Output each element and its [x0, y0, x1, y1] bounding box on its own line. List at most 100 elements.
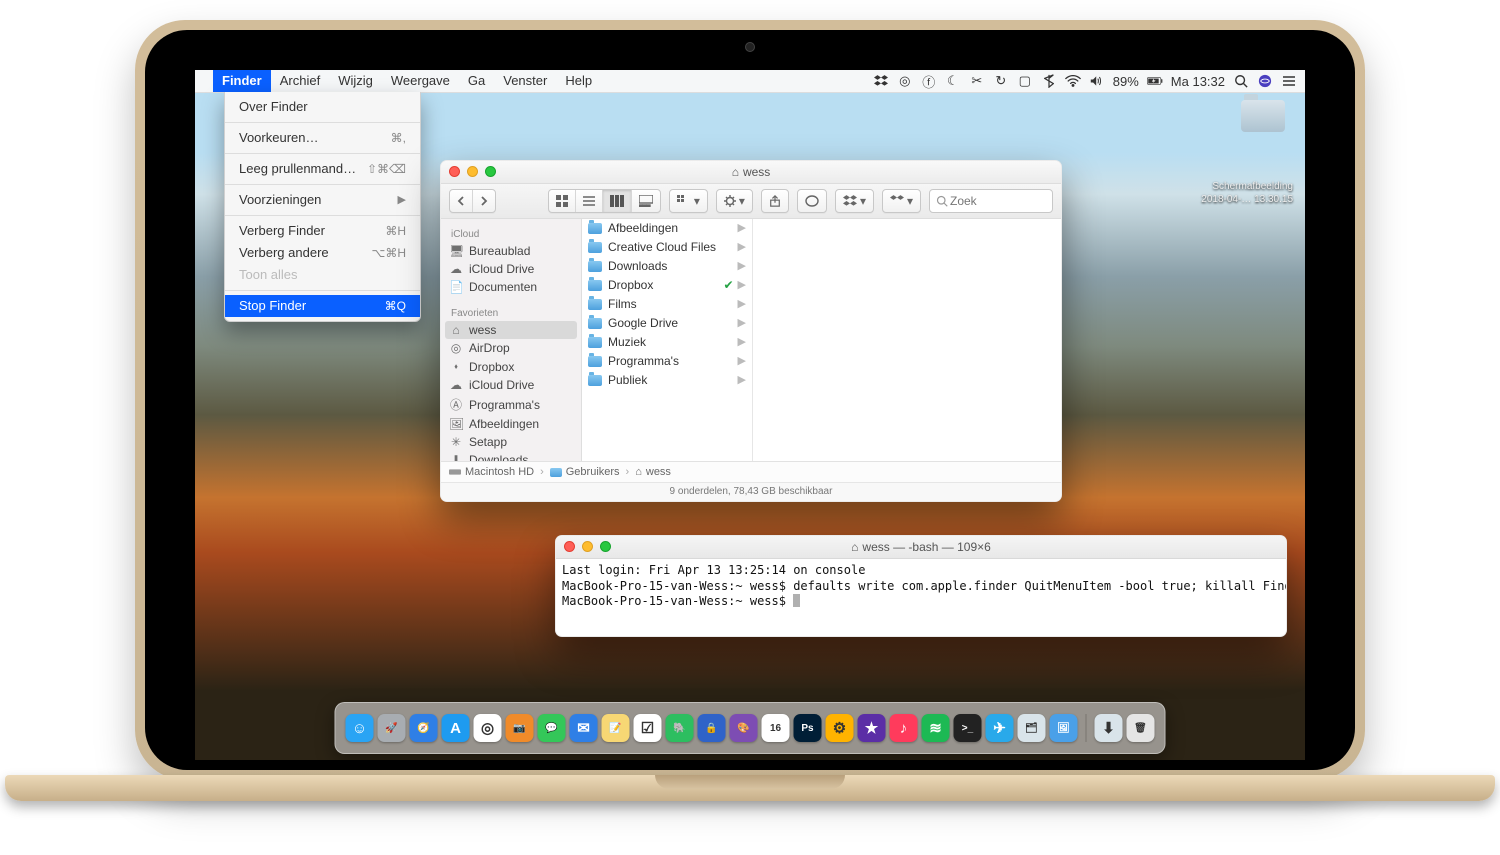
dock-app-1password[interactable]: 🔒 [698, 714, 726, 742]
menu-wijzig[interactable]: Wijzig [329, 70, 382, 92]
dock-app-evernote[interactable]: 🐘 [666, 714, 694, 742]
window-minimize-button[interactable] [467, 166, 478, 177]
path-users[interactable]: Gebruikers [550, 466, 620, 478]
dock-app-finder-window[interactable]: 🗂 [1018, 714, 1046, 742]
window-zoom-button[interactable] [485, 166, 496, 177]
app-menu-finder[interactable]: Finder [213, 70, 271, 92]
column-item[interactable]: Muziek▶ [582, 333, 752, 352]
window-minimize-button[interactable] [582, 541, 593, 552]
apple-menu[interactable] [195, 70, 213, 92]
dock-app-finder[interactable]: ☺ [346, 714, 374, 742]
path-disk[interactable]: Macintosh HD [449, 466, 534, 478]
spotlight-icon[interactable] [1233, 73, 1249, 89]
column-item[interactable]: Creative Cloud Files▶ [582, 238, 752, 257]
dock-app-telegram[interactable]: ✈ [986, 714, 1014, 742]
sidebar-item-downloads[interactable]: ⬇Downloads [441, 451, 581, 461]
menu-archief[interactable]: Archief [271, 70, 329, 92]
arrange-button[interactable]: ▾ [669, 189, 708, 213]
scissors-icon[interactable]: ✂ [969, 73, 985, 89]
view-column-button[interactable] [603, 190, 632, 212]
menu-hide-others[interactable]: Verberg andere ⌥⌘H [225, 242, 420, 264]
column-item[interactable]: Afbeeldingen▶ [582, 219, 752, 238]
dock-app-spotify[interactable]: ≋ [922, 714, 950, 742]
dock-app-messages[interactable]: 💬 [538, 714, 566, 742]
column-item[interactable]: Google Drive▶ [582, 314, 752, 333]
dock-app-itunes[interactable]: ♪ [890, 714, 918, 742]
volume-icon[interactable] [1089, 73, 1105, 89]
dock-app-downloads[interactable]: ⬇ [1095, 714, 1123, 742]
wifi-icon[interactable] [1065, 73, 1081, 89]
menu-help[interactable]: Help [556, 70, 601, 92]
sidebar-item-programmas[interactable]: ⒶProgramma's [441, 394, 581, 415]
desktop-folder-icon[interactable] [1233, 100, 1293, 136]
path-home[interactable]: ⌂ wess [635, 466, 671, 478]
window-close-button[interactable] [564, 541, 575, 552]
dock-app-appstore[interactable]: A [442, 714, 470, 742]
sidebar-item-icloud-drive-2[interactable]: ☁iCloud Drive [441, 376, 581, 394]
dock-app-safari[interactable]: 🧭 [410, 714, 438, 742]
dock-app-notes[interactable]: 📝 [602, 714, 630, 742]
menu-venster[interactable]: Venster [494, 70, 556, 92]
menu-services[interactable]: Voorzieningen ▶ [225, 189, 420, 211]
sidebar-item-bureaublad[interactable]: 🖥Bureaublad [441, 242, 581, 260]
dock-app-chrome[interactable]: ◎ [474, 714, 502, 742]
finder-titlebar[interactable]: ⌂ wess [441, 161, 1061, 184]
dock-app-launchpad[interactable]: 🚀 [378, 714, 406, 742]
bluetooth-icon[interactable] [1041, 73, 1057, 89]
finder-search[interactable] [929, 189, 1053, 213]
menu-about-finder[interactable]: Over Finder [225, 96, 420, 118]
dock-app-terminal[interactable]: >_ [954, 714, 982, 742]
sidebar-item-wess[interactable]: ⌂wess [445, 321, 577, 339]
terminal-titlebar[interactable]: ⌂ wess — -bash — 109×6 [556, 536, 1286, 559]
battery-icon[interactable] [1147, 73, 1163, 89]
dock-app-preview[interactable]: 🖼 [1050, 714, 1078, 742]
nav-forward-button[interactable] [473, 190, 495, 212]
timemachine-icon[interactable]: ↻ [993, 73, 1009, 89]
menu-weergave[interactable]: Weergave [382, 70, 459, 92]
sidebar-item-airdrop[interactable]: ◎AirDrop [441, 339, 581, 357]
clock[interactable]: Ma 13:32 [1171, 74, 1225, 89]
dock-app-trash[interactable]: 🗑 [1127, 714, 1155, 742]
airplay-icon[interactable]: ▢ [1017, 73, 1033, 89]
share-button[interactable] [761, 189, 789, 213]
view-list-button[interactable] [576, 190, 603, 212]
fantastical-icon[interactable]: ⓕ [921, 73, 937, 89]
dock-app-pixelmator[interactable]: 🎨 [730, 714, 758, 742]
menu-empty-trash[interactable]: Leeg prullenmand… ⇧⌘⌫ [225, 158, 420, 180]
dock-app-mamp[interactable]: ⚙ [826, 714, 854, 742]
dock-app-calendar[interactable]: 16 [762, 714, 790, 742]
view-icon-button[interactable] [549, 190, 576, 212]
column-item[interactable]: Publiek▶ [582, 371, 752, 390]
notification-center-icon[interactable] [1281, 73, 1297, 89]
menu-ga[interactable]: Ga [459, 70, 494, 92]
siri-icon[interactable] [1257, 73, 1273, 89]
menu-preferences[interactable]: Voorkeuren… ⌘, [225, 127, 420, 149]
dock-app-reminders[interactable]: ☑ [634, 714, 662, 742]
column-item[interactable]: Downloads▶ [582, 257, 752, 276]
dropbox-badge-button[interactable]: ▾ [882, 189, 921, 213]
sync-icon[interactable]: ◎ [897, 73, 913, 89]
dock-app-photobooth[interactable]: 📷 [506, 714, 534, 742]
sidebar-item-setapp[interactable]: ✳Setapp [441, 433, 581, 451]
dock-app-mail[interactable]: ✉ [570, 714, 598, 742]
tags-button[interactable] [797, 189, 827, 213]
nav-back-button[interactable] [450, 190, 473, 212]
search-input[interactable] [948, 193, 1032, 209]
column-item[interactable]: Films▶ [582, 295, 752, 314]
menu-hide-finder[interactable]: Verberg Finder ⌘H [225, 220, 420, 242]
dropbox-icon[interactable] [873, 73, 889, 89]
dropbox-toolbar-button[interactable]: ▾ [835, 189, 874, 213]
terminal-content[interactable]: Last login: Fri Apr 13 13:25:14 on conso… [556, 559, 1286, 614]
moon-icon[interactable]: ☾ [945, 73, 961, 89]
dock-app-imovie[interactable]: ★ [858, 714, 886, 742]
dock-app-photoshop[interactable]: Ps [794, 714, 822, 742]
sidebar-item-documenten[interactable]: 📄Documenten [441, 278, 581, 296]
menu-quit-finder[interactable]: Stop Finder ⌘Q [225, 295, 420, 317]
sidebar-item-dropbox[interactable]: ⬪Dropbox [441, 357, 581, 376]
column-item[interactable]: Dropbox✔▶ [582, 276, 752, 295]
view-gallery-button[interactable] [632, 190, 660, 212]
action-button[interactable]: ▾ [716, 189, 753, 213]
window-close-button[interactable] [449, 166, 460, 177]
column-item[interactable]: Programma's▶ [582, 352, 752, 371]
window-zoom-button[interactable] [600, 541, 611, 552]
